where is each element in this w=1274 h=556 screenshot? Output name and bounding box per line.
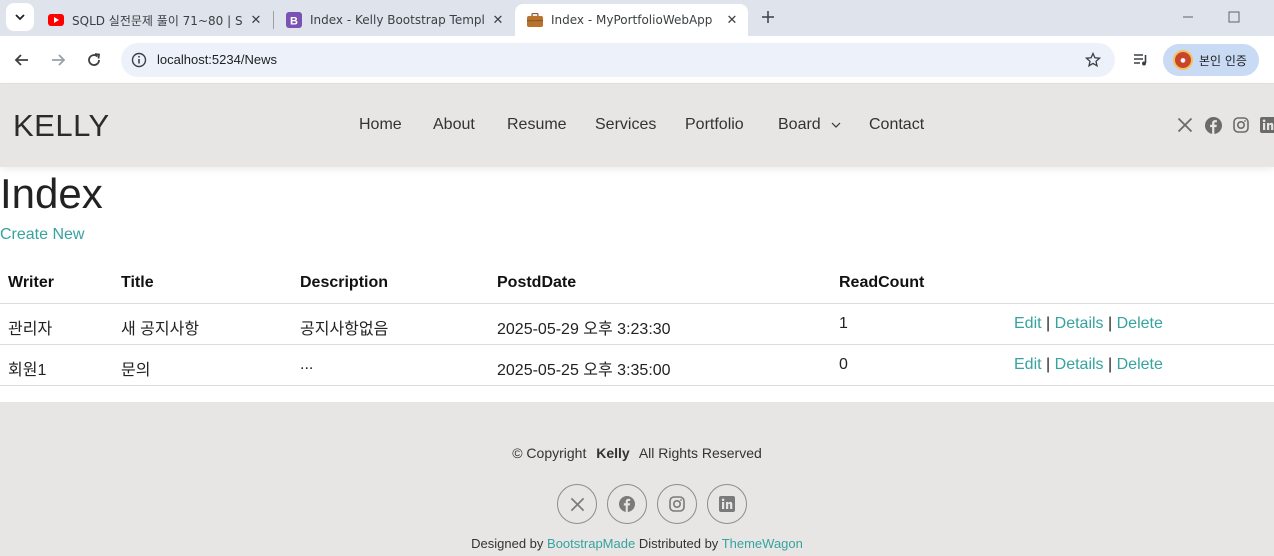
cell-readcount: 0 bbox=[839, 356, 848, 373]
table-divider bbox=[0, 385, 1274, 386]
arrow-right-icon bbox=[52, 54, 66, 66]
distributed-by-label: Distributed by bbox=[638, 536, 719, 551]
distributor-link[interactable]: ThemeWagon bbox=[722, 536, 803, 551]
nav-portfolio[interactable]: Portfolio bbox=[685, 116, 744, 136]
copyright-prefix: © Copyright bbox=[512, 445, 587, 461]
nav-about[interactable]: About bbox=[433, 116, 475, 136]
nav-contact[interactable]: Contact bbox=[869, 116, 924, 136]
action-separator: | bbox=[1046, 356, 1051, 373]
bookmark-star-icon[interactable] bbox=[1083, 50, 1103, 70]
copyright-suffix: All Rights Reserved bbox=[638, 445, 762, 461]
back-button[interactable] bbox=[10, 48, 34, 72]
delete-link[interactable]: Delete bbox=[1117, 315, 1163, 332]
chevron-down-icon bbox=[831, 122, 841, 128]
copyright-brand: Kelly bbox=[596, 445, 630, 461]
nav-board-dropdown[interactable]: Board bbox=[778, 116, 841, 136]
designer-link[interactable]: BootstrapMade bbox=[547, 536, 635, 551]
browser-tab-strip: SQLD 실전문제 풀이 71~80 | S ✕ B Index - Kelly… bbox=[0, 0, 1274, 36]
linkedin-icon[interactable] bbox=[1258, 115, 1274, 135]
linkedin-icon[interactable] bbox=[707, 484, 747, 524]
designed-by-label: Designed by bbox=[471, 536, 544, 551]
cell-postdate: 2025-05-29 오후 3:23:30 bbox=[497, 321, 671, 338]
cell-writer: 회원1 bbox=[8, 362, 47, 379]
table-divider bbox=[0, 303, 1274, 304]
action-separator: | bbox=[1046, 315, 1051, 332]
instagram-icon[interactable] bbox=[1231, 115, 1251, 135]
site-logo[interactable]: KELLY bbox=[13, 108, 110, 144]
close-tab-icon[interactable]: ✕ bbox=[490, 12, 506, 28]
details-link[interactable]: Details bbox=[1055, 356, 1104, 373]
facebook-icon[interactable] bbox=[1203, 115, 1223, 135]
close-tab-icon[interactable]: ✕ bbox=[248, 12, 264, 28]
action-separator: | bbox=[1108, 315, 1113, 332]
site-info-icon[interactable] bbox=[129, 50, 149, 70]
x-icon[interactable] bbox=[557, 484, 597, 524]
action-separator: | bbox=[1108, 356, 1113, 373]
bootstrap-icon: B bbox=[286, 12, 302, 28]
url-text[interactable]: localhost:5234/News bbox=[157, 52, 277, 67]
create-new-link[interactable]: Create New bbox=[0, 226, 84, 244]
credits-text: Designed by BootstrapMade Distributed by… bbox=[0, 536, 1274, 551]
cell-title: 새 공지사항 bbox=[121, 321, 200, 338]
arrow-left-icon bbox=[14, 54, 28, 66]
new-tab-button[interactable] bbox=[757, 6, 779, 28]
media-controls-button[interactable] bbox=[1131, 50, 1151, 70]
browser-tab-1[interactable]: SQLD 실전문제 풀이 71~80 | S ✕ bbox=[36, 4, 272, 36]
cell-title: 문의 bbox=[121, 362, 151, 379]
browser-toolbar: localhost:5234/News ● 본인 인증 bbox=[0, 36, 1274, 84]
edit-link[interactable]: Edit bbox=[1014, 315, 1042, 332]
x-icon[interactable] bbox=[1175, 115, 1195, 135]
playlist-icon bbox=[1134, 54, 1147, 66]
nav-board: Board bbox=[778, 116, 821, 133]
browser-tab-title: SQLD 실전문제 풀이 71~80 | S bbox=[72, 13, 242, 28]
cell-postdate: 2025-05-25 오후 3:35:00 bbox=[497, 362, 671, 379]
briefcase-icon bbox=[527, 12, 543, 28]
svg-text:B: B bbox=[290, 16, 298, 28]
profile-chip[interactable]: ● 본인 인증 bbox=[1163, 44, 1259, 76]
minimize-button[interactable] bbox=[1177, 6, 1199, 28]
plus-icon bbox=[762, 11, 774, 23]
cell-writer: 관리자 bbox=[8, 321, 53, 338]
close-tab-icon[interactable]: ✕ bbox=[724, 12, 740, 28]
browser-tab-2[interactable]: B Index - Kelly Bootstrap Templa ✕ bbox=[274, 4, 514, 36]
address-bar[interactable]: localhost:5234/News bbox=[121, 43, 1115, 77]
minimize-icon bbox=[1183, 16, 1193, 18]
youtube-icon bbox=[48, 12, 64, 28]
instagram-icon[interactable] bbox=[657, 484, 697, 524]
profile-chip-label: 본인 인증 bbox=[1199, 53, 1247, 68]
column-header-writer: Writer bbox=[8, 274, 54, 291]
site-footer: © Copyright Kelly All Rights Reserved De… bbox=[0, 402, 1274, 556]
chevron-down-icon bbox=[15, 14, 25, 21]
copyright-text: © Copyright Kelly All Rights Reserved bbox=[0, 445, 1274, 461]
cell-description: ... bbox=[300, 356, 314, 373]
details-link[interactable]: Details bbox=[1055, 315, 1104, 332]
column-header-title: Title bbox=[121, 274, 154, 291]
site-header: KELLY Home About Resume Services Portfol… bbox=[0, 84, 1274, 167]
table-divider bbox=[0, 344, 1274, 345]
browser-tab-title: Index - MyPortfolioWebApp bbox=[551, 13, 713, 27]
certification-badge-icon: ● bbox=[1173, 50, 1193, 70]
browser-tab-title: Index - Kelly Bootstrap Templa bbox=[310, 13, 484, 27]
nav-home[interactable]: Home bbox=[359, 116, 402, 136]
column-header-postdate: PostdDate bbox=[497, 274, 577, 291]
reload-icon bbox=[88, 53, 101, 66]
column-header-readcount: ReadCount bbox=[839, 274, 925, 291]
page-title: Index bbox=[0, 170, 103, 217]
nav-services[interactable]: Services bbox=[595, 116, 656, 136]
tab-search-button[interactable] bbox=[6, 3, 34, 31]
nav-resume[interactable]: Resume bbox=[507, 116, 567, 136]
reload-button[interactable] bbox=[82, 48, 106, 72]
edit-link[interactable]: Edit bbox=[1014, 356, 1042, 373]
row-actions: Edit | Details | Delete bbox=[1014, 315, 1163, 333]
row-actions: Edit | Details | Delete bbox=[1014, 356, 1163, 374]
column-header-description: Description bbox=[300, 274, 389, 291]
facebook-icon[interactable] bbox=[607, 484, 647, 524]
cell-description: 공지사항없음 bbox=[300, 321, 389, 338]
maximize-icon bbox=[1228, 11, 1240, 23]
forward-button[interactable] bbox=[46, 48, 70, 72]
cell-readcount: 1 bbox=[839, 315, 848, 332]
maximize-button[interactable] bbox=[1223, 6, 1245, 28]
delete-link[interactable]: Delete bbox=[1117, 356, 1163, 373]
browser-tab-3-active[interactable]: Index - MyPortfolioWebApp ✕ bbox=[515, 4, 748, 36]
